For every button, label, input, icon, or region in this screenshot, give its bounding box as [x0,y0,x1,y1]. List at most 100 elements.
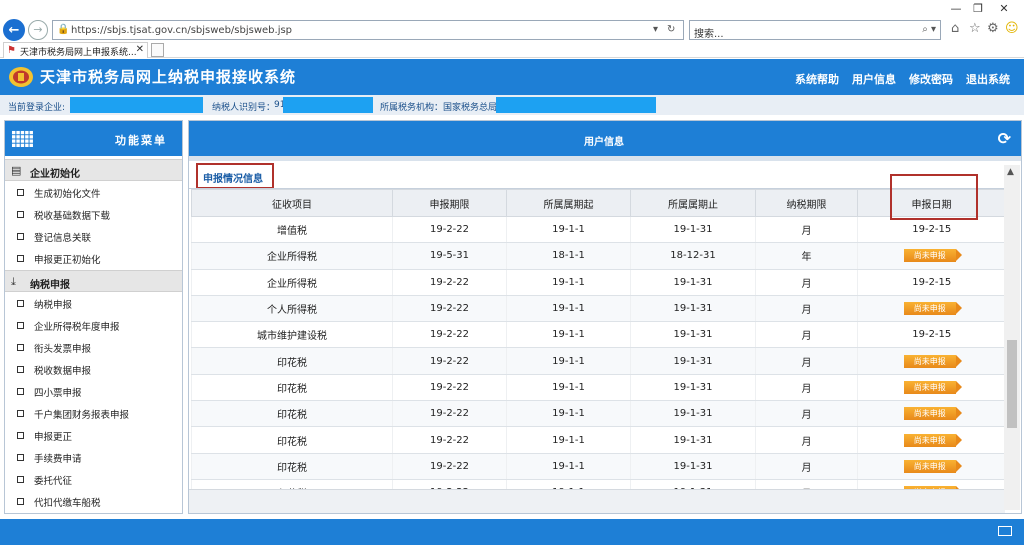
app-footer [0,519,1024,545]
sidebar-item-correction-init[interactable]: 申报更正初始化 [5,248,182,269]
sidebar-item-fee-application[interactable]: 手续费申请 [5,447,182,468]
not-filed-badge[interactable]: 尚未申报 [903,354,962,368]
refresh-page-icon[interactable]: ↻ [667,24,675,35]
not-filed-badge[interactable]: 尚未申报 [903,302,962,316]
menu-label: 委托代征 [34,476,73,487]
cell-tax-item: 个人所得税 [191,295,393,323]
browser-tab-row: ⚑ 天津市税务局网上申报系统... ✕ [0,42,1024,58]
tax-office-label: 所属税务机构：国家税务总局 [380,103,498,113]
sidebar-item-vehicle-tax[interactable]: 代扣代缴车船税 [5,491,182,512]
cell-tax-item: 印花税 [191,426,393,454]
cell-period-end: 19-1-31 [630,269,756,296]
table-row[interactable]: 印花税19-2-2219-1-119-1-31月尚未申报 [191,479,1005,489]
table-row[interactable]: 企业所得税 19-5-31 18-1-1 18-12-31 年 尚未申报 [191,242,1005,270]
close-icon[interactable]: ✕ [996,2,1012,16]
url-text[interactable]: https://sbjs.tjsat.gov.cn/sbjsweb/sbjswe… [71,25,292,36]
help-link[interactable]: 系统帮助 [795,71,839,87]
sidebar-item-tax-data-download[interactable]: 税收基础数据下载 [5,204,182,225]
scroll-up-icon[interactable]: ▲ [1007,167,1014,177]
minimize-icon[interactable]: — [948,2,964,16]
address-bar[interactable]: 🔒 https://sbjs.tjsat.gov.cn/sbjsweb/sbjs… [52,20,684,40]
sidebar-item-entrusted-collection[interactable]: 委托代征 [5,469,182,490]
sidebar-item-invoice-filing[interactable]: 衔头发票申报 [5,337,182,358]
not-filed-badge[interactable]: 尚未申报 [903,459,962,473]
column-header[interactable]: 征收项目 [191,189,393,217]
sidebar-item-group-financials[interactable]: 千户集团财务报表申报 [5,403,182,424]
sidebar-item-tax-filing[interactable]: 纳税申报 [5,293,182,314]
sidebar-item-annual-cit[interactable]: 企业所得税年度申报 [5,315,182,336]
bullet-box-icon [17,233,24,240]
column-header[interactable]: 纳税期限 [755,189,858,217]
user-info-link[interactable]: 用户信息 [852,71,896,87]
cell-period-end: 19-1-31 [630,321,756,349]
sidebar-item-filing-correction[interactable]: 申报更正 [5,425,182,446]
cell-period-end: 19-1-31 [630,426,756,454]
favorites-icon[interactable]: ☆ [969,21,981,36]
column-header[interactable]: 所属属期止 [630,189,756,217]
cell-deadline: 19-2-22 [392,400,507,428]
tax-bureau-logo-icon [9,67,33,87]
table-row[interactable]: 印花税19-2-2219-1-119-1-31月尚未申报 [191,400,1005,428]
menu-label: 代扣代缴车船税 [34,498,101,509]
menu-label: 申报更正初始化 [34,255,101,266]
bullet-box-icon [17,476,24,483]
refresh-icon[interactable]: ⟳ [998,129,1011,148]
cell-period-start: 19-1-1 [506,426,631,454]
table-body: 增值税 19-2-22 19-1-1 19-1-31 月 19-2-15 企业所得税 19-5… [191,216,1005,489]
change-password-link[interactable]: 修改密码 [909,71,953,87]
table-row[interactable]: 印花税19-2-2219-1-119-1-31月尚未申报 [191,347,1005,375]
search-input[interactable]: 搜索... [694,25,724,40]
sidebar-item-four-tickets[interactable]: 四小票申报 [5,381,182,402]
table-row[interactable]: 城市维护建设税 19-2-22 19-1-1 19-1-31 月 19-2-15 [191,321,1005,349]
dropdown-icon[interactable]: ▾ [653,24,658,35]
mail-icon[interactable] [998,526,1012,536]
settings-gear-icon[interactable]: ⚙ [987,21,999,36]
column-header[interactable]: 申报期限 [392,189,507,217]
search-box[interactable]: 搜索... ⌕ ▾ [689,20,941,40]
cell-period-end: 18-12-31 [630,242,756,270]
tab-close-icon[interactable]: ✕ [136,44,144,55]
not-filed-badge[interactable]: 尚未申报 [903,249,962,263]
sidebar-item-generate-init-file[interactable]: 生成初始化文件 [5,182,182,203]
not-filed-badge[interactable]: 尚未申报 [903,380,962,394]
table-row[interactable]: 个人所得税 19-2-22 19-1-1 19-1-31 月 尚未申报 [191,295,1005,323]
cell-filing-date: 尚未申报 [857,426,1005,454]
download-tray-icon: ⤓ [11,275,16,288]
menu-label: 衔头发票申报 [34,344,92,355]
cell-tax-item: 印花税 [191,453,393,480]
table-row[interactable]: 印花税19-2-2219-1-119-1-31月尚未申报 [191,374,1005,402]
new-tab-button[interactable] [151,43,164,57]
forward-button[interactable]: → [28,20,48,40]
tab-filing-status[interactable]: 申报情况信息 [196,163,274,189]
bullet-box-icon [17,410,24,417]
cell-period-end: 19-1-31 [630,453,756,480]
sidebar-item-registration-link[interactable]: 登记信息关联 [5,226,182,247]
home-icon[interactable]: ⌂ [951,21,959,36]
search-icon[interactable]: ⌕ ▾ [922,24,936,35]
cell-period-start: 19-1-1 [506,400,631,428]
table-row[interactable]: 企业所得税 19-2-22 19-1-1 19-1-31 月 19-2-15 [191,269,1005,296]
restore-icon[interactable]: ❐ [970,2,986,16]
sidebar-header: 功能菜单 [5,121,182,156]
browser-tab[interactable]: ⚑ 天津市税务局网上申报系统... ✕ [3,42,148,58]
logout-link[interactable]: 退出系统 [966,71,1010,87]
table-row[interactable]: 印花税19-2-2219-1-119-1-31月尚未申报 [191,426,1005,454]
cell-period-start: 19-1-1 [506,269,631,296]
app-header: 天津市税务局网上纳税申报接收系统 系统帮助 用户信息 修改密码 退出系统 [0,59,1024,95]
not-filed-badge[interactable]: 尚未申报 [903,433,962,447]
section-enterprise-init[interactable]: ▤ 企业初始化 [5,159,182,181]
smiley-icon[interactable]: ☺ [1005,21,1019,36]
not-filed-badge[interactable]: 尚未申报 [903,407,962,421]
cell-deadline: 19-2-22 [392,479,507,489]
cell-period-end: 19-1-31 [630,347,756,375]
sidebar-item-tax-data-filing[interactable]: 税收数据申报 [5,359,182,380]
table-row[interactable]: 印花税19-2-2219-1-119-1-31月尚未申报 [191,453,1005,480]
cell-tax-period: 月 [755,426,858,454]
table-row[interactable]: 增值税 19-2-22 19-1-1 19-1-31 月 19-2-15 [191,216,1005,244]
column-header[interactable]: 所属属期起 [506,189,631,217]
back-button[interactable]: ← [3,19,25,41]
bullet-box-icon [17,454,24,461]
vertical-scrollbar[interactable]: ▲ [1004,165,1020,510]
scroll-thumb[interactable] [1007,340,1017,428]
section-tax-filing[interactable]: ⤓ 纳税申报 [5,270,182,292]
